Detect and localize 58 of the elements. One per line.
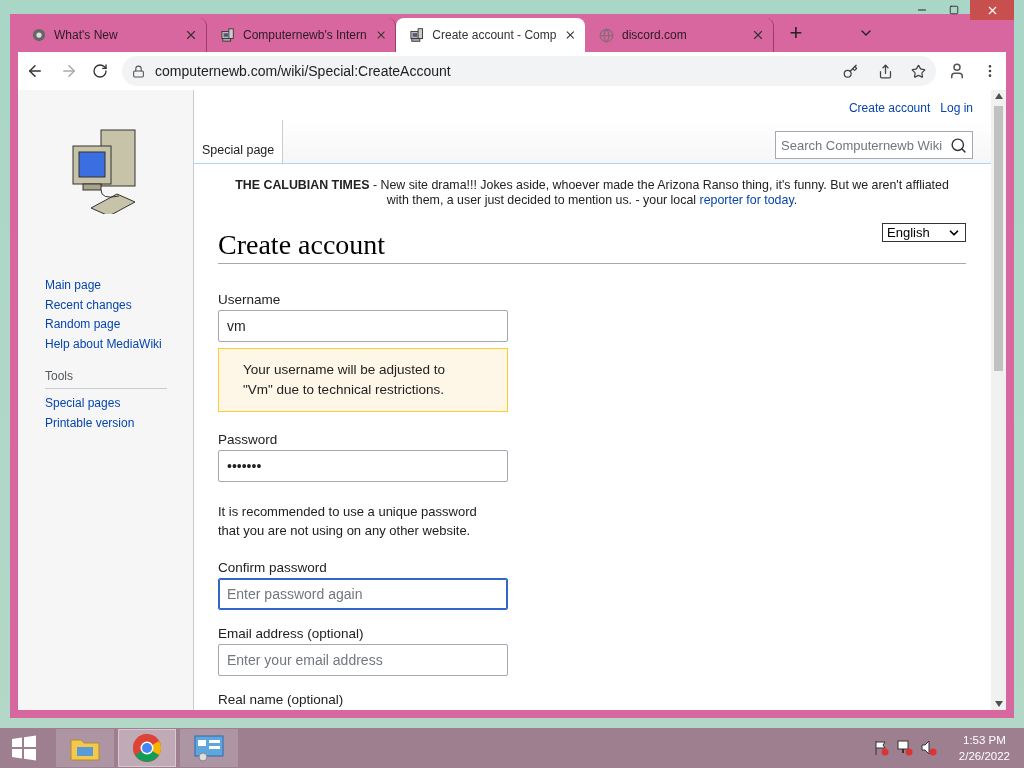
input-field[interactable]: ••••••• <box>218 450 508 482</box>
search-field[interactable]: Search Computernewb Wiki <box>775 131 973 159</box>
search-icon[interactable] <box>950 136 967 154</box>
taskbar-app[interactable] <box>180 729 238 767</box>
field-label: Email address (optional) <box>218 626 365 641</box>
account-link[interactable]: Log in <box>940 101 973 120</box>
field-label: Username <box>218 292 282 307</box>
tools-heading: Tools <box>45 369 167 389</box>
chrome-icon <box>132 733 162 763</box>
clock-time: 1:53 PM <box>963 733 1006 748</box>
password-hint: It is recommended to use a unique password that you are not using on any other website. <box>218 503 478 540</box>
page-heading: Create account <box>218 229 386 261</box>
reporter-link[interactable]: reporter for today <box>699 193 794 207</box>
nav-link[interactable]: Recent changes <box>45 295 193 315</box>
flag-icon[interactable] <box>872 740 889 756</box>
key-icon[interactable] <box>843 63 858 79</box>
close-icon[interactable] <box>564 28 577 42</box>
tools-link[interactable]: Printable version <box>45 413 193 433</box>
close-icon[interactable] <box>751 28 765 42</box>
account-link[interactable]: Create account <box>848 101 931 120</box>
maximize-icon <box>949 5 959 15</box>
close-icon[interactable] <box>184 28 198 42</box>
scroll-down-icon[interactable] <box>994 701 1003 707</box>
lock-icon <box>132 64 145 78</box>
input-field[interactable]: Enter your email address <box>218 644 508 676</box>
page-tab[interactable]: Special page <box>194 120 284 163</box>
nav-link[interactable]: Help about MediaWiki <box>45 334 193 354</box>
bookmark-star-icon[interactable] <box>911 63 926 79</box>
windows-icon <box>11 735 37 761</box>
globe-icon <box>599 27 614 43</box>
reload-icon[interactable] <box>92 63 108 79</box>
network-icon[interactable] <box>896 740 913 756</box>
field-label: Password <box>218 432 279 447</box>
username-warning: Your username will be adjusted to "Vm" due to technical restrictions. <box>218 348 508 412</box>
input-field[interactable]: Enter password again <box>218 578 508 610</box>
browser-tab[interactable]: Create account - Comp <box>396 18 585 52</box>
clock-date: 2/26/2022 <box>958 749 1010 764</box>
tools-link[interactable]: Special pages <box>45 394 193 414</box>
taskbar-app[interactable] <box>118 729 176 767</box>
volume-muted-icon[interactable] <box>920 740 937 756</box>
scrollbar[interactable] <box>991 90 1006 710</box>
field-label: Real name (optional) <box>218 692 345 707</box>
control-panel-icon <box>193 734 225 762</box>
field-label: Confirm password <box>218 560 328 575</box>
address-bar[interactable]: computernewb.com/wiki/Special:CreateAccount <box>122 56 936 86</box>
site-notice: THE CALUBIAN TIMES - New site drama!!! Jokes aside, whoever made the Arizona Ranso thing, it's funny. But we aren't affliated with them, a user just decided to mention us. - your local reporter for today. <box>234 178 950 208</box>
nav-link[interactable]: Random page <box>45 315 193 335</box>
computer-icon <box>221 27 236 43</box>
input-field[interactable]: vm <box>218 310 508 342</box>
profile-icon[interactable] <box>948 62 966 80</box>
language-select[interactable]: English <box>882 223 966 242</box>
scroll-up-icon[interactable] <box>994 93 1003 99</box>
nav-link[interactable]: Main page <box>45 276 193 296</box>
new-tab-button[interactable]: + <box>782 19 810 47</box>
computer-icon <box>410 27 425 43</box>
back-icon[interactable] <box>26 62 44 80</box>
share-icon[interactable] <box>878 63 893 79</box>
chrome-icon <box>32 28 46 42</box>
